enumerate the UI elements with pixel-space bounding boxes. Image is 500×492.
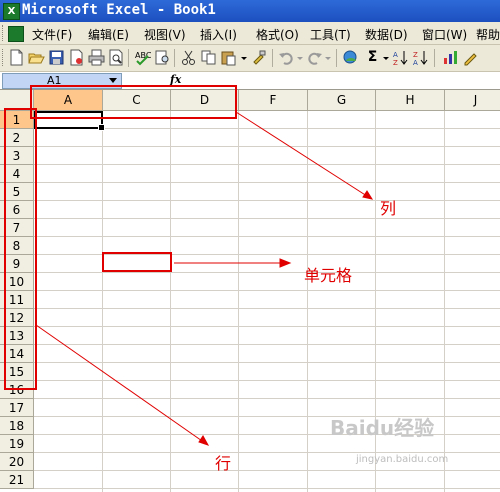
row-label: 行 [215,454,232,473]
column-arrow-line [235,111,371,199]
baidu-watermark: Baidu经验 [330,416,435,440]
row-arrow-line [35,324,206,444]
cell-arrow-head [279,258,292,268]
row-arrow-head [198,435,210,446]
column-label: 列 [380,199,397,218]
cell-label: 单元格 [304,266,353,285]
column-arrow-head [362,190,374,200]
baidu-watermark-url: jingyan.baidu.com [356,454,449,465]
